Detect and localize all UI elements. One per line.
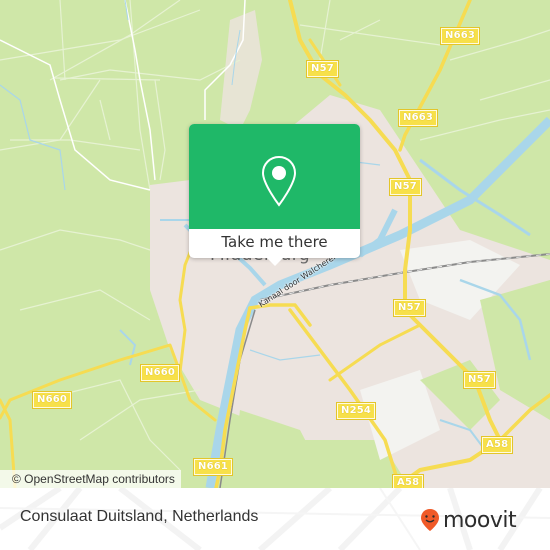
popup-pointer [267,258,283,266]
road-label-n57: N57 [393,299,426,317]
road-label-a58: A58 [480,436,514,454]
destination-popup[interactable]: Take me there [189,124,360,266]
moovit-logo[interactable]: moovit [420,504,517,536]
map-view[interactable]: Middelburg Kanaal door Walcheren N57 N66… [0,0,550,488]
road-label-n660: N660 [31,391,73,409]
road-label-n660: N660 [139,364,181,382]
road-label-n57: N57 [463,371,496,389]
moovit-pin-icon [421,509,439,531]
road-label-n254: N254 [335,402,377,420]
map-attribution[interactable]: © OpenStreetMap contributors [0,470,181,488]
footer-bar: Consulaat Duitsland, Netherlands moovit [0,488,550,550]
road-label-n57: N57 [306,60,339,78]
popup-header[interactable] [189,124,360,229]
road-label-n663: N663 [439,27,481,45]
road-label-a58: A58 [391,474,425,488]
road-label-n57: N57 [389,178,422,196]
moovit-wordmark: moovit [443,507,517,533]
place-name: Consulaat Duitsland, Netherlands [20,508,259,525]
road-label-n663: N663 [397,109,439,127]
location-pin-icon [261,155,297,207]
urban-area-north [220,10,262,130]
take-me-there-button[interactable]: Take me there [189,229,360,258]
road-label-n661: N661 [192,458,234,476]
